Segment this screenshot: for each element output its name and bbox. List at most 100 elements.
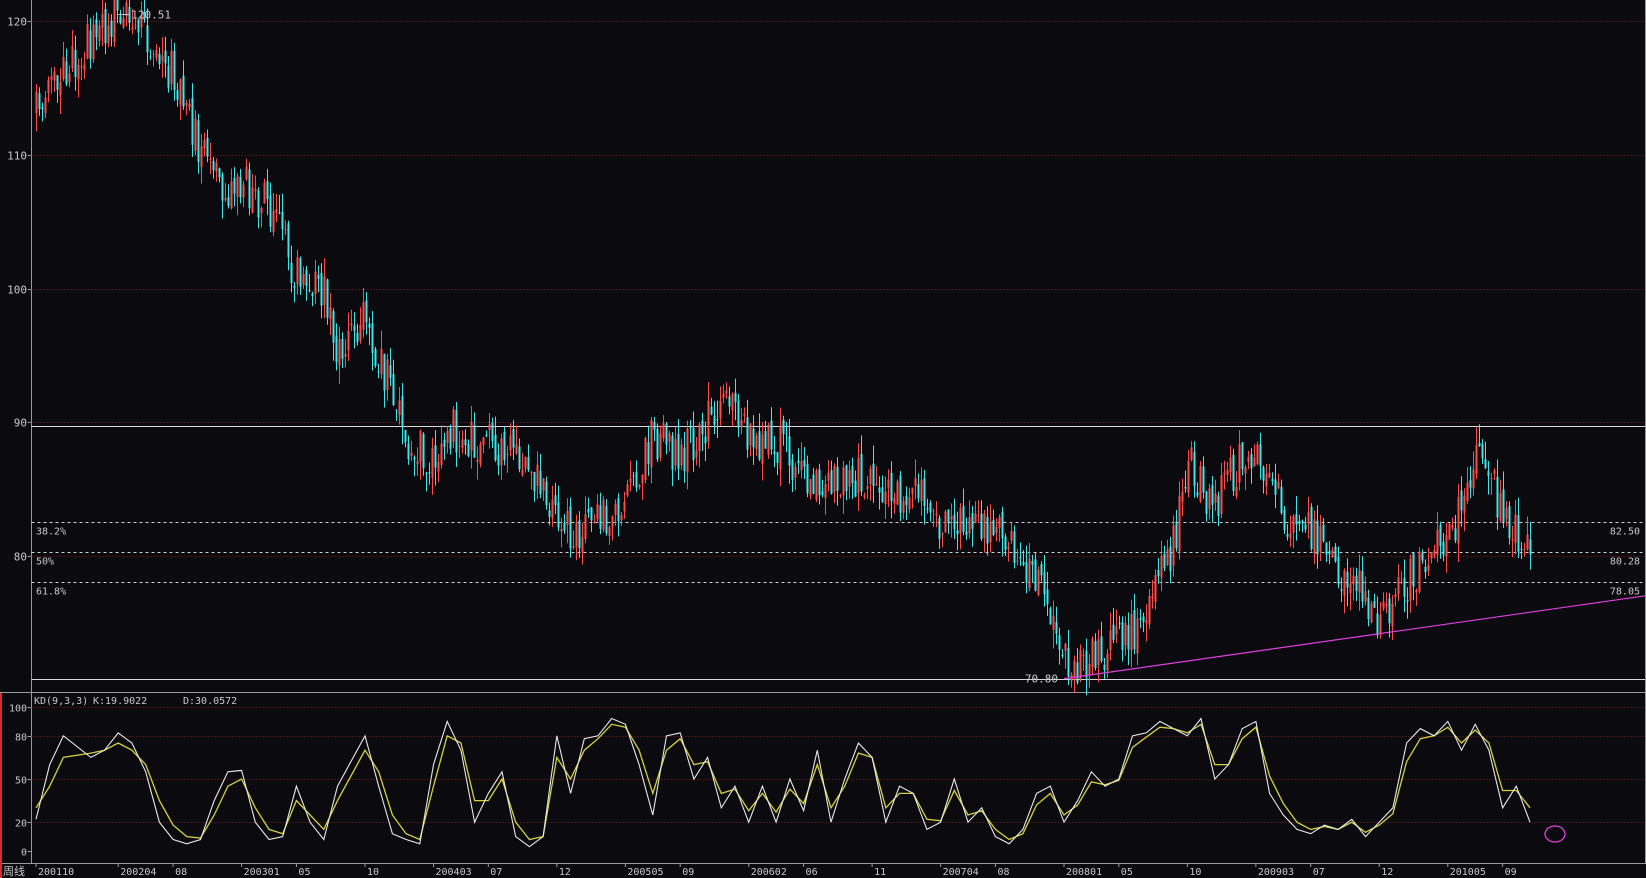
candle-down (890, 472, 893, 502)
candle-up (908, 497, 911, 510)
candle-up (977, 511, 980, 513)
candle-down (1013, 531, 1016, 563)
candle-down (413, 457, 416, 460)
candle-up (914, 478, 917, 487)
candle-up (995, 526, 998, 534)
candle-down (1454, 528, 1457, 541)
candle-up (1190, 447, 1193, 461)
candle-down (554, 495, 557, 505)
candle-up (698, 424, 701, 451)
candle-down (353, 325, 356, 331)
candle-up (875, 483, 878, 486)
kd-d-value: D:30.0572 (183, 696, 237, 707)
candle-up (476, 459, 479, 462)
candle-up (1493, 470, 1496, 475)
candle-down (407, 443, 410, 460)
candle-up (815, 470, 818, 500)
candle-up (974, 513, 977, 523)
candle-down (1361, 571, 1364, 602)
candle-down (320, 272, 323, 306)
candle-down (1259, 443, 1262, 466)
candle-down (95, 19, 98, 38)
candle-up (215, 162, 218, 172)
candle-down (392, 374, 395, 406)
candle-down (1241, 442, 1244, 470)
candle-up (515, 443, 518, 454)
candlestick-chart: 1201101009080 38.2% 82.5050% 80.2861.8% 78.… (0, 0, 1646, 878)
period-label: 周线 (3, 864, 25, 878)
candle-down (212, 160, 215, 171)
candle-down (173, 50, 176, 91)
candle-up (458, 445, 461, 447)
candle-down (1055, 621, 1058, 634)
candle-down (701, 420, 704, 435)
candle-up (842, 467, 845, 496)
candle-up (470, 422, 473, 451)
candle-down (377, 371, 380, 373)
candle-up (1010, 531, 1013, 541)
candle-down (1031, 561, 1034, 565)
candle-up (644, 437, 647, 481)
candle-down (1478, 442, 1481, 447)
candle-down (146, 25, 149, 53)
candle-up (1358, 570, 1361, 593)
candle-down (1469, 480, 1472, 488)
candle-up (935, 513, 938, 516)
candle-up (572, 546, 575, 548)
x-tick-label: 09 (682, 867, 694, 878)
candle-up (1223, 472, 1226, 475)
candle-down (227, 197, 230, 207)
x-tick-label: 10 (367, 867, 379, 878)
candle-up (53, 71, 56, 81)
candle-up (530, 472, 533, 474)
candle-up (80, 66, 83, 68)
candle-down (773, 451, 776, 455)
candle-up (131, 27, 134, 30)
high-label: 120.51 (131, 9, 171, 22)
candle-up (911, 487, 914, 495)
candle-up (602, 499, 605, 530)
fib-price-label: 82.50 (1610, 527, 1640, 538)
candle-up (1028, 558, 1031, 589)
candle-down (992, 520, 995, 536)
candle-up (596, 504, 599, 520)
candle-down (308, 290, 311, 292)
candle-up (1154, 575, 1157, 602)
candle-up (893, 497, 896, 504)
candle-up (1265, 473, 1268, 487)
fib-pct-label: 61.8% (36, 587, 66, 598)
candle-up (500, 438, 503, 466)
candle-up (1037, 569, 1040, 596)
candle-down (518, 446, 521, 470)
candle-up (719, 400, 722, 418)
candle-down (590, 507, 593, 521)
candle-down (368, 323, 371, 328)
candle-down (89, 30, 92, 59)
candle-down (1184, 486, 1187, 489)
candle-up (839, 494, 842, 496)
candle-up (188, 103, 191, 108)
x-tick-label: 200403 (435, 867, 471, 878)
candle-down (167, 65, 170, 88)
candle-up (236, 176, 239, 197)
candle-down (986, 516, 989, 544)
kd-tick-label: 100 (9, 704, 27, 715)
candle-up (1505, 507, 1508, 519)
candle-down (1328, 551, 1331, 554)
candle-up (707, 400, 710, 442)
candle-up (920, 479, 923, 502)
candle-up (1490, 477, 1493, 480)
candle-up (536, 464, 539, 486)
candle-down (389, 365, 392, 378)
candle-down (434, 445, 437, 468)
candle-down (503, 431, 506, 461)
kd-tick-label: 0 (21, 848, 27, 859)
candle-up (659, 433, 662, 458)
x-tick-label: 200801 (1066, 867, 1102, 878)
candle-up (1079, 649, 1082, 679)
candle-up (1160, 556, 1163, 578)
candle-up (524, 457, 527, 469)
candle-up (1307, 512, 1310, 525)
candle-down (716, 418, 719, 421)
chart-background (0, 0, 1646, 878)
